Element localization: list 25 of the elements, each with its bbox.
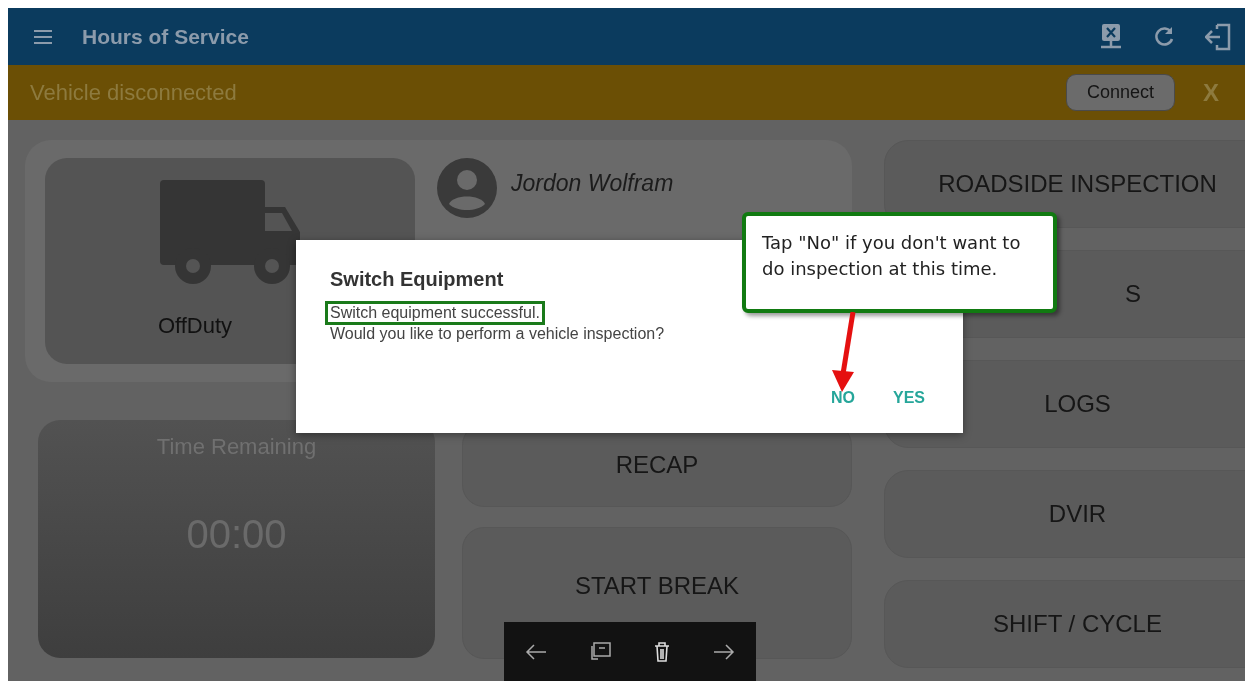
menu-button[interactable]: SHIFT / CYCLE [884, 580, 1245, 668]
dialog-message: Switch equipment successful. [325, 301, 545, 325]
menu-button[interactable]: ROADSIDE INSPECTION [884, 140, 1245, 228]
forward-arrow-icon[interactable] [712, 643, 735, 660]
truck-icon [160, 180, 300, 285]
duty-status[interactable]: OffDuty [157, 313, 233, 339]
logout-icon[interactable] [1205, 22, 1231, 51]
back-arrow-icon[interactable] [525, 643, 548, 660]
dialog-message: Would you like to perform a vehicle inspection? [330, 325, 665, 343]
screen-icon[interactable] [589, 641, 612, 662]
app-title: Hours of Service [82, 24, 250, 49]
avatar-icon [437, 158, 497, 218]
dialog-action[interactable]: YES [889, 387, 929, 409]
refresh-icon[interactable] [1153, 25, 1175, 48]
menu-button[interactable]: DVIR [884, 470, 1245, 558]
driver-name: Jordon Wolfram [511, 170, 674, 197]
connect-button[interactable]: Connect [1065, 74, 1175, 111]
callout-tooltip: Tap "No" if you don't want to do inspection at this time. [742, 212, 1057, 313]
dialog-title: Switch Equipment [330, 268, 504, 291]
close-button[interactable]: X [1197, 77, 1225, 108]
menu-icon[interactable] [34, 29, 52, 44]
trash-icon[interactable] [654, 641, 671, 662]
dialog-action[interactable]: NO [827, 387, 859, 409]
banner-message: Vehicle disconnected [30, 79, 238, 106]
network-disconnect-icon[interactable] [1099, 22, 1123, 51]
